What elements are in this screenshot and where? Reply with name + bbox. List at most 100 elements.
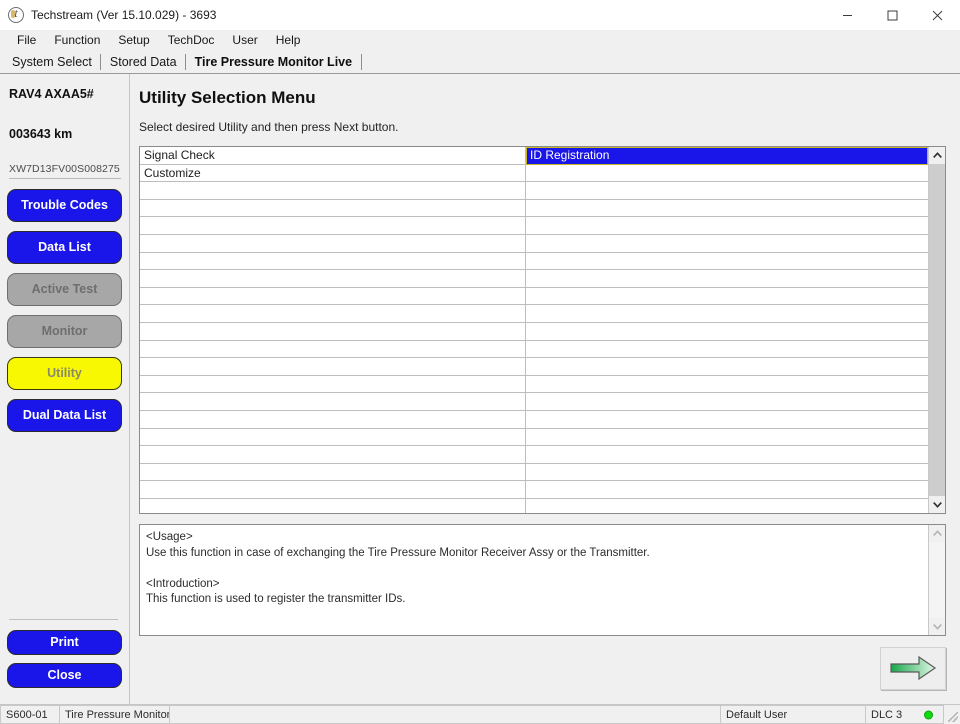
list-row-left: [140, 446, 525, 464]
list-row-left: [140, 393, 525, 411]
status-connection: DLC 3: [866, 705, 944, 724]
sidebar-item-data-list[interactable]: Data List: [7, 231, 122, 264]
action-bar: [139, 636, 946, 704]
list-row-left: [140, 270, 525, 288]
list-column-right: ID Registration: [526, 147, 928, 513]
close-icon[interactable]: [915, 0, 960, 30]
list-scrollbar[interactable]: [928, 147, 945, 513]
sidebar-item-dual-data-list[interactable]: Dual Data List: [7, 399, 122, 432]
tab-strip: System Select Stored Data Tire Pressure …: [0, 51, 960, 74]
odometer-label: 003643 km: [9, 127, 73, 141]
main-content: Utility Selection Menu Select desired Ut…: [130, 74, 960, 704]
list-row-left: [140, 411, 525, 429]
window-controls: [825, 0, 960, 30]
status-user: Default User: [721, 705, 866, 724]
techstream-logo-icon: [8, 6, 24, 23]
arrow-right-icon: [890, 655, 937, 681]
list-row-right: [526, 481, 928, 499]
list-scrollbar-track[interactable]: [929, 164, 945, 496]
tab-tire-pressure-monitor-live[interactable]: Tire Pressure Monitor Live: [184, 51, 362, 73]
chevron-up-icon[interactable]: [929, 525, 945, 542]
usage-scrollbar-track[interactable]: [929, 542, 945, 618]
list-row-selected[interactable]: ID Registration: [526, 147, 928, 165]
list-row-right: [526, 358, 928, 376]
list-row-right: [526, 341, 928, 359]
list-row-left: [140, 358, 525, 376]
list-row-left[interactable]: Signal Check: [140, 147, 525, 165]
list-row-right: [526, 165, 928, 183]
list-row-left[interactable]: Customize: [140, 165, 525, 183]
list-row-right: [526, 235, 928, 253]
list-column-left: Signal Check Customize: [140, 147, 526, 513]
list-row-right: [526, 411, 928, 429]
vin-label: XW7D13FV00S008275: [9, 163, 121, 179]
menu-item-file[interactable]: File: [8, 30, 45, 51]
chevron-up-icon[interactable]: [929, 147, 945, 164]
techstream-window: Techstream (Ver 15.10.029) - 3693 File F…: [0, 0, 960, 724]
usage-panel: <Usage> Use this function in case of exc…: [139, 524, 946, 636]
sidebar-item-active-test: Active Test: [7, 273, 122, 306]
tab-divider: [361, 54, 363, 70]
page-title: Utility Selection Menu: [139, 88, 316, 107]
window-title: Techstream (Ver 15.10.029) - 3693: [31, 8, 217, 22]
usage-text: <Usage> Use this function in case of exc…: [146, 531, 650, 605]
list-row-right: [526, 217, 928, 235]
tab-system-select[interactable]: System Select: [3, 51, 101, 73]
sidebar: RAV4 AXAA5# 003643 km XW7D13FV00S008275 …: [0, 74, 130, 704]
list-row-left: [140, 288, 525, 306]
close-button[interactable]: Close: [7, 663, 122, 688]
page-instruction: Select desired Utility and then press Ne…: [139, 120, 399, 134]
status-code: S600-01: [0, 705, 60, 724]
next-button[interactable]: [880, 646, 946, 690]
maximize-icon[interactable]: [870, 0, 915, 30]
list-row-left: [140, 200, 525, 218]
list-row-left: [140, 323, 525, 341]
status-system: Tire Pressure Monitor: [60, 705, 170, 724]
menu-item-techdoc[interactable]: TechDoc: [159, 30, 224, 51]
chevron-down-icon[interactable]: [929, 618, 945, 635]
sidebar-item-trouble-codes[interactable]: Trouble Codes: [7, 189, 122, 222]
menu-bar: File Function Setup TechDoc User Help: [0, 30, 960, 51]
print-button[interactable]: Print: [7, 630, 122, 655]
list-row-left: [140, 217, 525, 235]
status-connection-label: DLC 3: [871, 708, 903, 721]
list-row-right: [526, 323, 928, 341]
usage-scrollbar[interactable]: [928, 525, 945, 635]
list-row-right: [526, 182, 928, 200]
list-row-left: [140, 341, 525, 359]
list-row-right: [526, 429, 928, 447]
resize-grip-icon[interactable]: [944, 705, 960, 724]
list-row-right: [526, 270, 928, 288]
sidebar-nav-buttons: Trouble Codes Data List Active Test Moni…: [5, 189, 124, 441]
minimize-icon[interactable]: [825, 0, 870, 30]
list-row-left: [140, 305, 525, 323]
list-row-left: [140, 481, 525, 499]
status-blank: [170, 705, 721, 724]
list-row-right: [526, 200, 928, 218]
vehicle-model-label: RAV4 AXAA5#: [9, 87, 94, 101]
list-row-left: [140, 376, 525, 394]
list-row-right: [526, 253, 928, 271]
menu-item-setup[interactable]: Setup: [109, 30, 158, 51]
list-row-left: [140, 182, 525, 200]
list-row-left: [140, 429, 525, 447]
status-bar: S600-01 Tire Pressure Monitor Default Us…: [0, 704, 960, 724]
list-row-right: [526, 446, 928, 464]
list-row-left: [140, 235, 525, 253]
list-row-left: [140, 464, 525, 482]
sidebar-item-monitor: Monitor: [7, 315, 122, 348]
connection-led-icon: [924, 710, 933, 719]
menu-item-help[interactable]: Help: [267, 30, 310, 51]
menu-item-function[interactable]: Function: [45, 30, 109, 51]
title-bar: Techstream (Ver 15.10.029) - 3693: [0, 0, 960, 30]
list-row-right: [526, 305, 928, 323]
utility-selection-list[interactable]: Signal Check Customize ID Registration: [139, 146, 946, 514]
sidebar-item-utility[interactable]: Utility: [7, 357, 122, 390]
list-row-right: [526, 376, 928, 394]
chevron-down-icon[interactable]: [929, 496, 945, 513]
menu-item-user[interactable]: User: [223, 30, 266, 51]
list-columns: Signal Check Customize ID Registration: [140, 147, 928, 513]
tab-stored-data[interactable]: Stored Data: [99, 51, 186, 73]
sidebar-footer-buttons: Print Close: [5, 620, 124, 704]
